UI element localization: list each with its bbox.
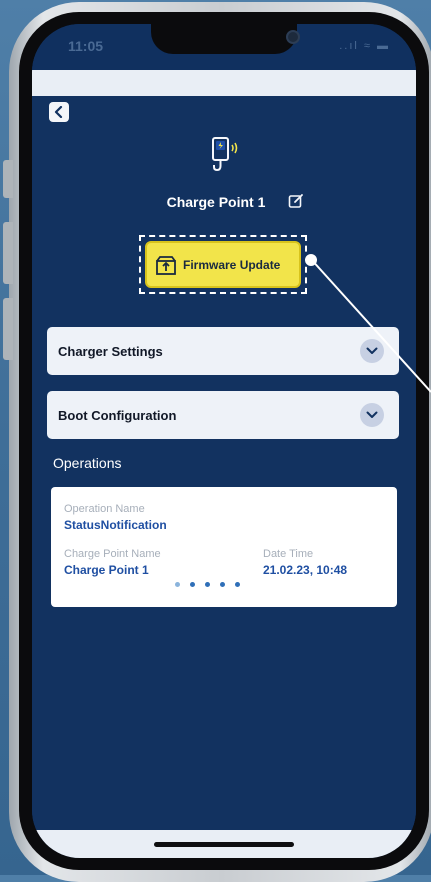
back-chevron-icon <box>54 106 63 118</box>
back-button[interactable] <box>49 102 69 122</box>
carousel-dot[interactable] <box>235 582 240 587</box>
ev-charger-icon <box>212 137 238 172</box>
mute-switch <box>3 160 13 198</box>
pointer-dot <box>303 252 319 268</box>
date-time-value: 21.02.23, 10:48 <box>263 563 348 577</box>
charge-point-title-text: Charge Point 1 <box>166 194 266 210</box>
phone-screen: 11:05 ..ıl ≈ ▬ Charge Point 1 Firmware U… <box>32 24 416 858</box>
front-camera <box>286 30 300 44</box>
status-icons: ..ıl ≈ ▬ <box>339 40 390 52</box>
chevron-down-icon[interactable] <box>360 403 384 427</box>
operations-heading: Operations <box>53 455 122 471</box>
notch <box>151 24 300 54</box>
date-time-label: Date Time <box>263 548 314 560</box>
charge-point-title: Charge Point 1 <box>32 194 416 210</box>
firmware-update-button[interactable]: Firmware Update <box>145 241 301 288</box>
volume-down-button <box>3 298 13 360</box>
status-time: 11:05 <box>68 38 104 54</box>
carousel-dot[interactable] <box>190 582 195 587</box>
operation-name-value: StatusNotification <box>64 518 167 532</box>
accordion-label: Charger Settings <box>58 343 163 359</box>
charge-point-name-value: Charge Point 1 <box>64 563 149 577</box>
carousel-dots <box>175 582 240 587</box>
firmware-update-label: Firmware Update <box>183 257 281 272</box>
edit-icon[interactable] <box>288 193 304 209</box>
accordion-boot-configuration[interactable]: Boot Configuration <box>47 391 399 439</box>
operation-card[interactable]: Operation Name StatusNotification Charge… <box>51 487 397 607</box>
volume-up-button <box>3 222 13 284</box>
operation-name-label: Operation Name <box>64 503 145 515</box>
carousel-dot[interactable] <box>220 582 225 587</box>
charge-point-name-label: Charge Point Name <box>64 548 161 560</box>
firmware-box-icon <box>156 255 176 275</box>
accordion-label: Boot Configuration <box>58 407 177 423</box>
home-indicator[interactable] <box>154 842 294 847</box>
chevron-down-icon[interactable] <box>360 339 384 363</box>
header-strip <box>32 70 416 96</box>
accordion-charger-settings[interactable]: Charger Settings <box>47 327 399 375</box>
carousel-dot[interactable] <box>205 582 210 587</box>
carousel-dot[interactable] <box>175 582 180 587</box>
